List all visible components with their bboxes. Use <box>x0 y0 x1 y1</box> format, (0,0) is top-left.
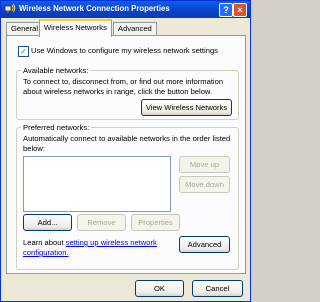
preferred-networks-list[interactable] <box>23 156 171 212</box>
add-button[interactable]: Add... <box>23 214 72 231</box>
network-connection-icon <box>4 3 16 13</box>
configuration-link[interactable]: configuration. <box>23 248 69 257</box>
remove-button[interactable]: Remove <box>77 214 126 231</box>
help-button[interactable]: ? <box>219 3 233 17</box>
setting-up-wireless-link[interactable]: setting up wireless network <box>66 238 157 247</box>
properties-button[interactable]: Properties <box>131 214 180 231</box>
view-wireless-networks-button[interactable]: View Wireless Networks <box>141 99 232 116</box>
close-button[interactable]: × <box>233 3 247 17</box>
use-windows-checkbox[interactable]: ✓ <box>18 46 29 57</box>
available-networks-text-1: To connect to, disconnect from, or find … <box>23 77 224 86</box>
tab-advanced[interactable]: Advanced <box>113 22 157 35</box>
title-bar[interactable]: Wireless Network Connection Properties ?… <box>1 1 250 18</box>
tab-wireless-networks[interactable]: Wireless Networks <box>39 19 112 37</box>
preferred-networks-text-2: below: <box>23 144 45 153</box>
properties-dialog: Wireless Network Connection Properties ?… <box>0 0 251 302</box>
preferred-networks-text-1: Automatically connect to available netwo… <box>23 134 231 143</box>
wireless-networks-panel: ✓ Use Windows to configure my wireless n… <box>6 35 246 274</box>
window-title: Wireless Network Connection Properties <box>19 4 170 13</box>
available-networks-text-2: about wireless networks in range, click … <box>23 87 213 96</box>
ok-button[interactable]: OK <box>135 280 184 297</box>
cancel-button[interactable]: Cancel <box>192 280 243 297</box>
advanced-button[interactable]: Advanced <box>179 236 230 253</box>
move-down-button[interactable]: Move down <box>179 176 230 193</box>
learn-about-prefix: Learn about <box>23 238 66 247</box>
preferred-networks-heading: Preferred networks: <box>21 123 92 132</box>
tab-general[interactable]: General <box>6 22 44 35</box>
move-up-button[interactable]: Move up <box>179 156 230 173</box>
learn-about-text: Learn about setting up wireless network <box>23 238 157 247</box>
use-windows-label: Use Windows to configure my wireless net… <box>31 46 218 55</box>
available-networks-heading: Available networks: <box>21 66 91 75</box>
